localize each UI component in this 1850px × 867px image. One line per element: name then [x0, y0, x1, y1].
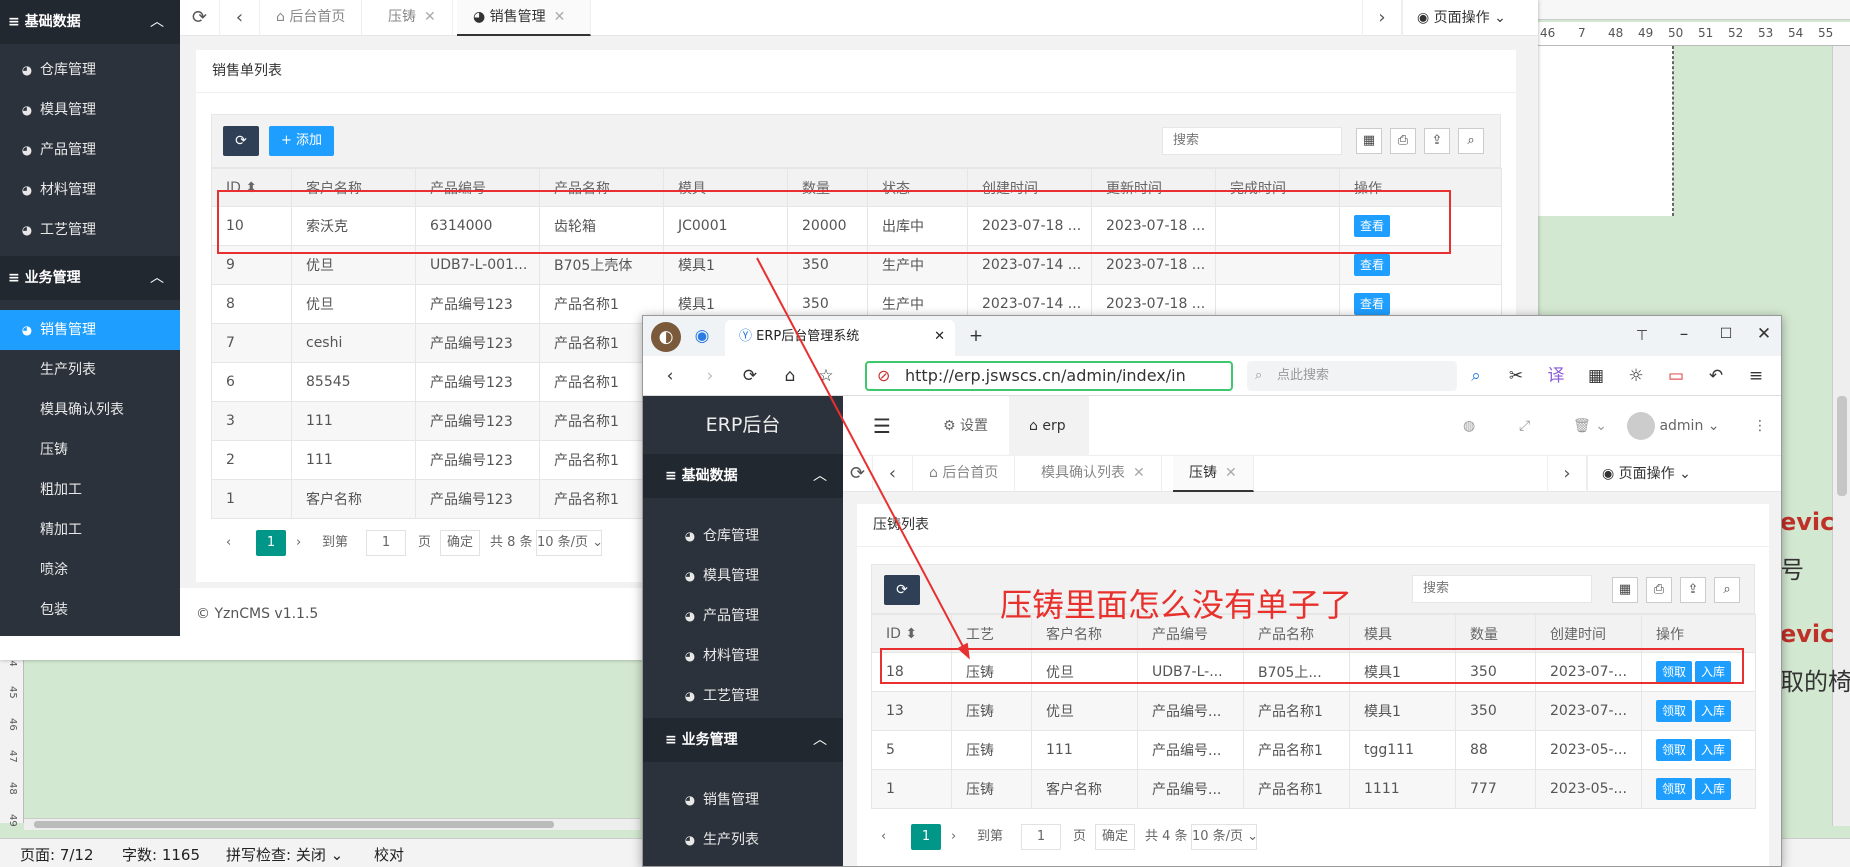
annotation-arrow [756, 257, 970, 660]
